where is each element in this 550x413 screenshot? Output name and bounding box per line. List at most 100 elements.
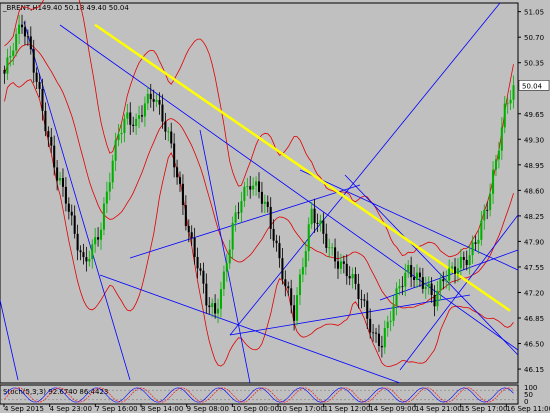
candle-body: [237, 212, 240, 214]
candle-body: [263, 201, 266, 204]
y-tick-label: 47.20: [524, 289, 544, 297]
candle-body: [18, 24, 21, 34]
candle-body: [64, 186, 67, 204]
candle-body: [451, 266, 454, 269]
candle-body: [278, 243, 281, 259]
candle-body: [187, 226, 190, 233]
y-tick-label: 47.90: [524, 238, 544, 246]
candle-body: [436, 290, 439, 307]
candle-body: [176, 167, 179, 178]
candle-body: [114, 140, 117, 161]
candle-body: [424, 286, 427, 289]
candle-body: [275, 240, 278, 244]
candle-body: [398, 286, 401, 289]
y-tick-label: 47.55: [524, 264, 544, 272]
candle-body: [307, 224, 310, 252]
x-tick-label: 9 Sep 08:00: [187, 405, 229, 413]
y-tick-label: 50.70: [524, 34, 544, 42]
candle-body: [290, 288, 293, 306]
candle-body: [465, 259, 468, 265]
chart-background: [0, 0, 550, 413]
ohlc-label: 49.40 50.18 49.40 50.04: [42, 4, 129, 12]
candle-body: [401, 286, 404, 288]
candle-body: [219, 289, 222, 309]
candle-body: [38, 81, 41, 89]
candle-body: [389, 320, 392, 322]
candle-body: [61, 177, 65, 187]
candle-body: [301, 267, 304, 275]
candle-body: [3, 70, 6, 74]
candle-body: [383, 327, 386, 348]
candle-body: [228, 249, 231, 264]
candle-body: [494, 159, 498, 170]
candle-body: [73, 215, 76, 234]
candle-body: [319, 220, 322, 224]
candle-body: [56, 167, 59, 181]
candle-body: [293, 305, 296, 321]
candle-body: [357, 283, 360, 300]
candle-body: [32, 49, 35, 73]
candle-body: [348, 276, 351, 279]
candle-body: [418, 272, 421, 278]
candle-body: [108, 182, 111, 192]
osc-tick-label: 0: [524, 398, 528, 406]
candle-body: [287, 286, 290, 289]
candle-body: [284, 279, 287, 287]
current-price-label: 50.04: [522, 82, 543, 90]
candle-body: [363, 299, 366, 301]
price-chart[interactable]: _BRENT,H1 49.40 50.18 49.40 50.04 Stoch(…: [0, 0, 550, 413]
candle-body: [29, 36, 32, 50]
candle-body: [158, 100, 161, 105]
candle-body: [184, 205, 187, 227]
candle-body: [442, 279, 445, 282]
candle-body: [178, 177, 182, 184]
candle-body: [193, 237, 196, 257]
x-tick-label: 4 Sep 2015: [4, 405, 44, 413]
candle-body: [138, 115, 141, 119]
candle-body: [53, 145, 56, 168]
candle-body: [120, 133, 123, 135]
candle-body: [50, 136, 53, 146]
candle-body: [310, 208, 313, 225]
candle-body: [126, 112, 129, 119]
candle-body: [59, 177, 62, 181]
candle-body: [313, 208, 316, 224]
candle-body: [360, 299, 363, 300]
candle-body: [500, 127, 503, 151]
candle-body: [149, 93, 152, 100]
y-tick-label: 49.30: [524, 136, 544, 144]
candle-body: [468, 255, 471, 265]
y-tick-label: 48.60: [524, 187, 544, 195]
candle-body: [155, 100, 158, 102]
candle-body: [199, 268, 202, 271]
candle-body: [366, 300, 369, 319]
candle-body: [445, 280, 448, 282]
chart-window[interactable]: _BRENT,H1 49.40 50.18 49.40 50.04 Stoch(…: [0, 0, 550, 413]
candle-body: [260, 191, 263, 204]
candle-body: [380, 345, 383, 348]
candle-body: [143, 103, 146, 117]
candle-body: [474, 242, 477, 244]
candle-body: [146, 93, 149, 104]
candle-body: [211, 303, 214, 308]
candle-body: [99, 229, 103, 240]
candle-body: [266, 201, 269, 207]
candle-body: [97, 237, 100, 240]
candle-body: [339, 261, 342, 269]
candle-body: [240, 200, 243, 213]
candle-body: [173, 143, 176, 168]
candle-body: [386, 321, 389, 328]
x-tick-label: 15 Sep 17:00: [461, 405, 508, 413]
candle-body: [252, 185, 255, 190]
candle-body: [44, 110, 47, 132]
x-tick-label: 7 Sep 16:00: [95, 405, 137, 413]
candle-body: [375, 332, 378, 334]
candle-body: [410, 264, 413, 278]
x-tick-label: 16 Sep 11:00: [506, 405, 550, 413]
candle-body: [354, 274, 357, 284]
y-tick-label: 48.95: [524, 162, 544, 170]
candle-body: [372, 332, 375, 334]
candle-body: [105, 191, 108, 204]
y-tick-label: 50.35: [524, 60, 544, 68]
candle-body: [152, 99, 155, 102]
